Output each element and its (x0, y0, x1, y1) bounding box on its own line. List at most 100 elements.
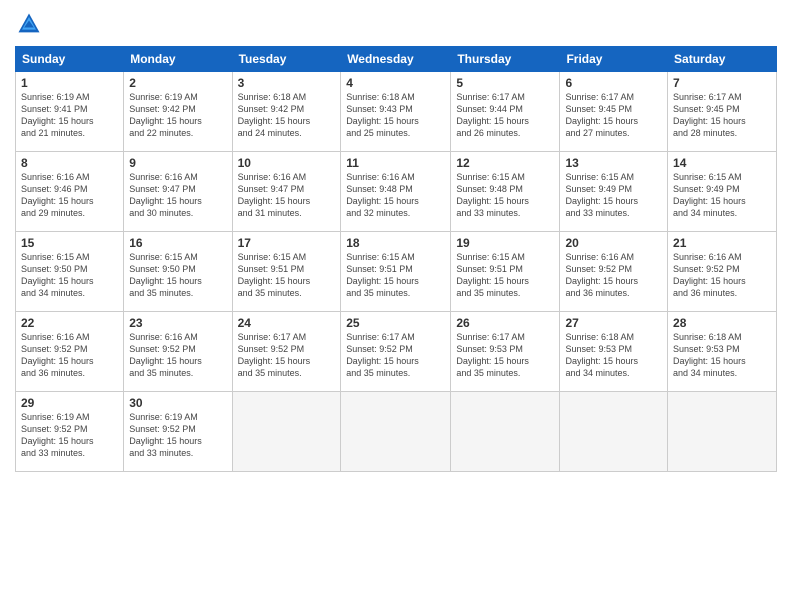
calendar-cell: 10Sunrise: 6:16 AM Sunset: 9:47 PM Dayli… (232, 152, 341, 232)
calendar-day-header: Tuesday (232, 47, 341, 72)
day-info: Sunrise: 6:17 AM Sunset: 9:53 PM Dayligh… (456, 331, 554, 380)
day-number: 14 (673, 156, 771, 170)
calendar-day-header: Wednesday (341, 47, 451, 72)
calendar-cell: 5Sunrise: 6:17 AM Sunset: 9:44 PM Daylig… (451, 72, 560, 152)
day-number: 18 (346, 236, 445, 250)
calendar-cell: 21Sunrise: 6:16 AM Sunset: 9:52 PM Dayli… (668, 232, 777, 312)
calendar-cell: 3Sunrise: 6:18 AM Sunset: 9:42 PM Daylig… (232, 72, 341, 152)
day-info: Sunrise: 6:15 AM Sunset: 9:51 PM Dayligh… (456, 251, 554, 300)
calendar-cell: 7Sunrise: 6:17 AM Sunset: 9:45 PM Daylig… (668, 72, 777, 152)
calendar-week-row: 15Sunrise: 6:15 AM Sunset: 9:50 PM Dayli… (16, 232, 777, 312)
day-number: 12 (456, 156, 554, 170)
day-number: 9 (129, 156, 226, 170)
day-number: 26 (456, 316, 554, 330)
calendar-cell: 30Sunrise: 6:19 AM Sunset: 9:52 PM Dayli… (124, 392, 232, 472)
day-info: Sunrise: 6:15 AM Sunset: 9:50 PM Dayligh… (21, 251, 118, 300)
day-number: 20 (565, 236, 662, 250)
day-info: Sunrise: 6:16 AM Sunset: 9:52 PM Dayligh… (673, 251, 771, 300)
calendar-cell: 15Sunrise: 6:15 AM Sunset: 9:50 PM Dayli… (16, 232, 124, 312)
calendar-cell: 17Sunrise: 6:15 AM Sunset: 9:51 PM Dayli… (232, 232, 341, 312)
calendar-cell: 4Sunrise: 6:18 AM Sunset: 9:43 PM Daylig… (341, 72, 451, 152)
day-info: Sunrise: 6:19 AM Sunset: 9:41 PM Dayligh… (21, 91, 118, 140)
day-info: Sunrise: 6:16 AM Sunset: 9:48 PM Dayligh… (346, 171, 445, 220)
calendar-cell: 22Sunrise: 6:16 AM Sunset: 9:52 PM Dayli… (16, 312, 124, 392)
calendar-cell: 19Sunrise: 6:15 AM Sunset: 9:51 PM Dayli… (451, 232, 560, 312)
day-info: Sunrise: 6:19 AM Sunset: 9:52 PM Dayligh… (21, 411, 118, 460)
day-number: 15 (21, 236, 118, 250)
calendar-cell (341, 392, 451, 472)
day-number: 22 (21, 316, 118, 330)
logo-icon (15, 10, 43, 38)
day-number: 23 (129, 316, 226, 330)
day-number: 2 (129, 76, 226, 90)
day-number: 29 (21, 396, 118, 410)
day-info: Sunrise: 6:15 AM Sunset: 9:49 PM Dayligh… (565, 171, 662, 220)
calendar-week-row: 22 Sunrise: 6:16 AM Sunset: 9:52 PM Dayli… (16, 312, 777, 392)
day-number: 7 (673, 76, 771, 90)
calendar-cell (560, 392, 668, 472)
day-info: Sunrise: 6:18 AM Sunset: 9:43 PM Dayligh… (346, 91, 445, 140)
day-number: 5 (456, 76, 554, 90)
calendar-cell (451, 392, 560, 472)
day-number: 1 (21, 76, 118, 90)
header (15, 10, 777, 38)
day-number: 11 (346, 156, 445, 170)
day-info: Sunrise: 6:15 AM Sunset: 9:48 PM Dayligh… (456, 171, 554, 220)
calendar-cell: 27Sunrise: 6:18 AM Sunset: 9:53 PM Dayli… (560, 312, 668, 392)
calendar-cell: 11Sunrise: 6:16 AM Sunset: 9:48 PM Dayli… (341, 152, 451, 232)
day-number: 30 (129, 396, 226, 410)
day-info: Sunrise: 6:16 AM Sunset: 9:52 PM Dayligh… (129, 331, 226, 380)
day-info: Sunrise: 6:18 AM Sunset: 9:53 PM Dayligh… (565, 331, 662, 380)
day-info: Sunrise: 6:19 AM Sunset: 9:42 PM Dayligh… (129, 91, 226, 140)
calendar-day-header: Monday (124, 47, 232, 72)
calendar-cell: 1Sunrise: 6:19 AM Sunset: 9:41 PM Daylig… (16, 72, 124, 152)
calendar-day-header: Friday (560, 47, 668, 72)
day-number: 25 (346, 316, 445, 330)
calendar-cell: 8Sunrise: 6:16 AM Sunset: 9:46 PM Daylig… (16, 152, 124, 232)
calendar-cell: 23Sunrise: 6:16 AM Sunset: 9:52 PM Dayli… (124, 312, 232, 392)
day-info: Sunrise: 6:17 AM Sunset: 9:45 PM Dayligh… (565, 91, 662, 140)
day-info: Sunrise: 6:15 AM Sunset: 9:49 PM Dayligh… (673, 171, 771, 220)
calendar-cell: 28Sunrise: 6:18 AM Sunset: 9:53 PM Dayli… (668, 312, 777, 392)
calendar-cell: 13Sunrise: 6:15 AM Sunset: 9:49 PM Dayli… (560, 152, 668, 232)
day-info: Sunrise: 6:16 AM Sunset: 9:47 PM Dayligh… (238, 171, 336, 220)
calendar-cell: 25Sunrise: 6:17 AM Sunset: 9:52 PM Dayli… (341, 312, 451, 392)
day-number: 28 (673, 316, 771, 330)
day-info: Sunrise: 6:16 AM Sunset: 9:46 PM Dayligh… (21, 171, 118, 220)
day-info: Sunrise: 6:17 AM Sunset: 9:44 PM Dayligh… (456, 91, 554, 140)
calendar-cell: 12Sunrise: 6:15 AM Sunset: 9:48 PM Dayli… (451, 152, 560, 232)
day-info: Sunrise: 6:17 AM Sunset: 9:52 PM Dayligh… (346, 331, 445, 380)
day-number: 10 (238, 156, 336, 170)
day-number: 27 (565, 316, 662, 330)
calendar-cell (232, 392, 341, 472)
calendar-week-row: 29Sunrise: 6:19 AM Sunset: 9:52 PM Dayli… (16, 392, 777, 472)
calendar-cell: 14Sunrise: 6:15 AM Sunset: 9:49 PM Dayli… (668, 152, 777, 232)
calendar-cell: 9Sunrise: 6:16 AM Sunset: 9:47 PM Daylig… (124, 152, 232, 232)
day-info: Sunrise: 6:15 AM Sunset: 9:51 PM Dayligh… (238, 251, 336, 300)
day-info: Sunrise: 6:15 AM Sunset: 9:50 PM Dayligh… (129, 251, 226, 300)
calendar-cell: 29Sunrise: 6:19 AM Sunset: 9:52 PM Dayli… (16, 392, 124, 472)
day-info: Sunrise: 6:16 AM Sunset: 9:52 PM Dayligh… (565, 251, 662, 300)
day-info: Sunrise: 6:17 AM Sunset: 9:52 PM Dayligh… (238, 331, 336, 380)
day-info: Sunrise: 6:16 AM Sunset: 9:47 PM Dayligh… (129, 171, 226, 220)
day-info: Sunrise: 6:19 AM Sunset: 9:52 PM Dayligh… (129, 411, 226, 460)
calendar-week-row: 8Sunrise: 6:16 AM Sunset: 9:46 PM Daylig… (16, 152, 777, 232)
logo (15, 10, 47, 38)
calendar-cell: 26Sunrise: 6:17 AM Sunset: 9:53 PM Dayli… (451, 312, 560, 392)
calendar-day-header: Sunday (16, 47, 124, 72)
day-number: 4 (346, 76, 445, 90)
calendar-day-header: Saturday (668, 47, 777, 72)
calendar-header-row: SundayMondayTuesdayWednesdayThursdayFrid… (16, 47, 777, 72)
calendar-week-row: 1Sunrise: 6:19 AM Sunset: 9:41 PM Daylig… (16, 72, 777, 152)
calendar-cell: 2Sunrise: 6:19 AM Sunset: 9:42 PM Daylig… (124, 72, 232, 152)
calendar-cell (668, 392, 777, 472)
day-info: Sunrise: 6:17 AM Sunset: 9:45 PM Dayligh… (673, 91, 771, 140)
day-number: 19 (456, 236, 554, 250)
calendar-cell: 16Sunrise: 6:15 AM Sunset: 9:50 PM Dayli… (124, 232, 232, 312)
calendar-day-header: Thursday (451, 47, 560, 72)
day-number: 17 (238, 236, 336, 250)
day-number: 16 (129, 236, 226, 250)
day-info: Sunrise: 6:18 AM Sunset: 9:42 PM Dayligh… (238, 91, 336, 140)
day-number: 21 (673, 236, 771, 250)
page: SundayMondayTuesdayWednesdayThursdayFrid… (0, 0, 792, 612)
